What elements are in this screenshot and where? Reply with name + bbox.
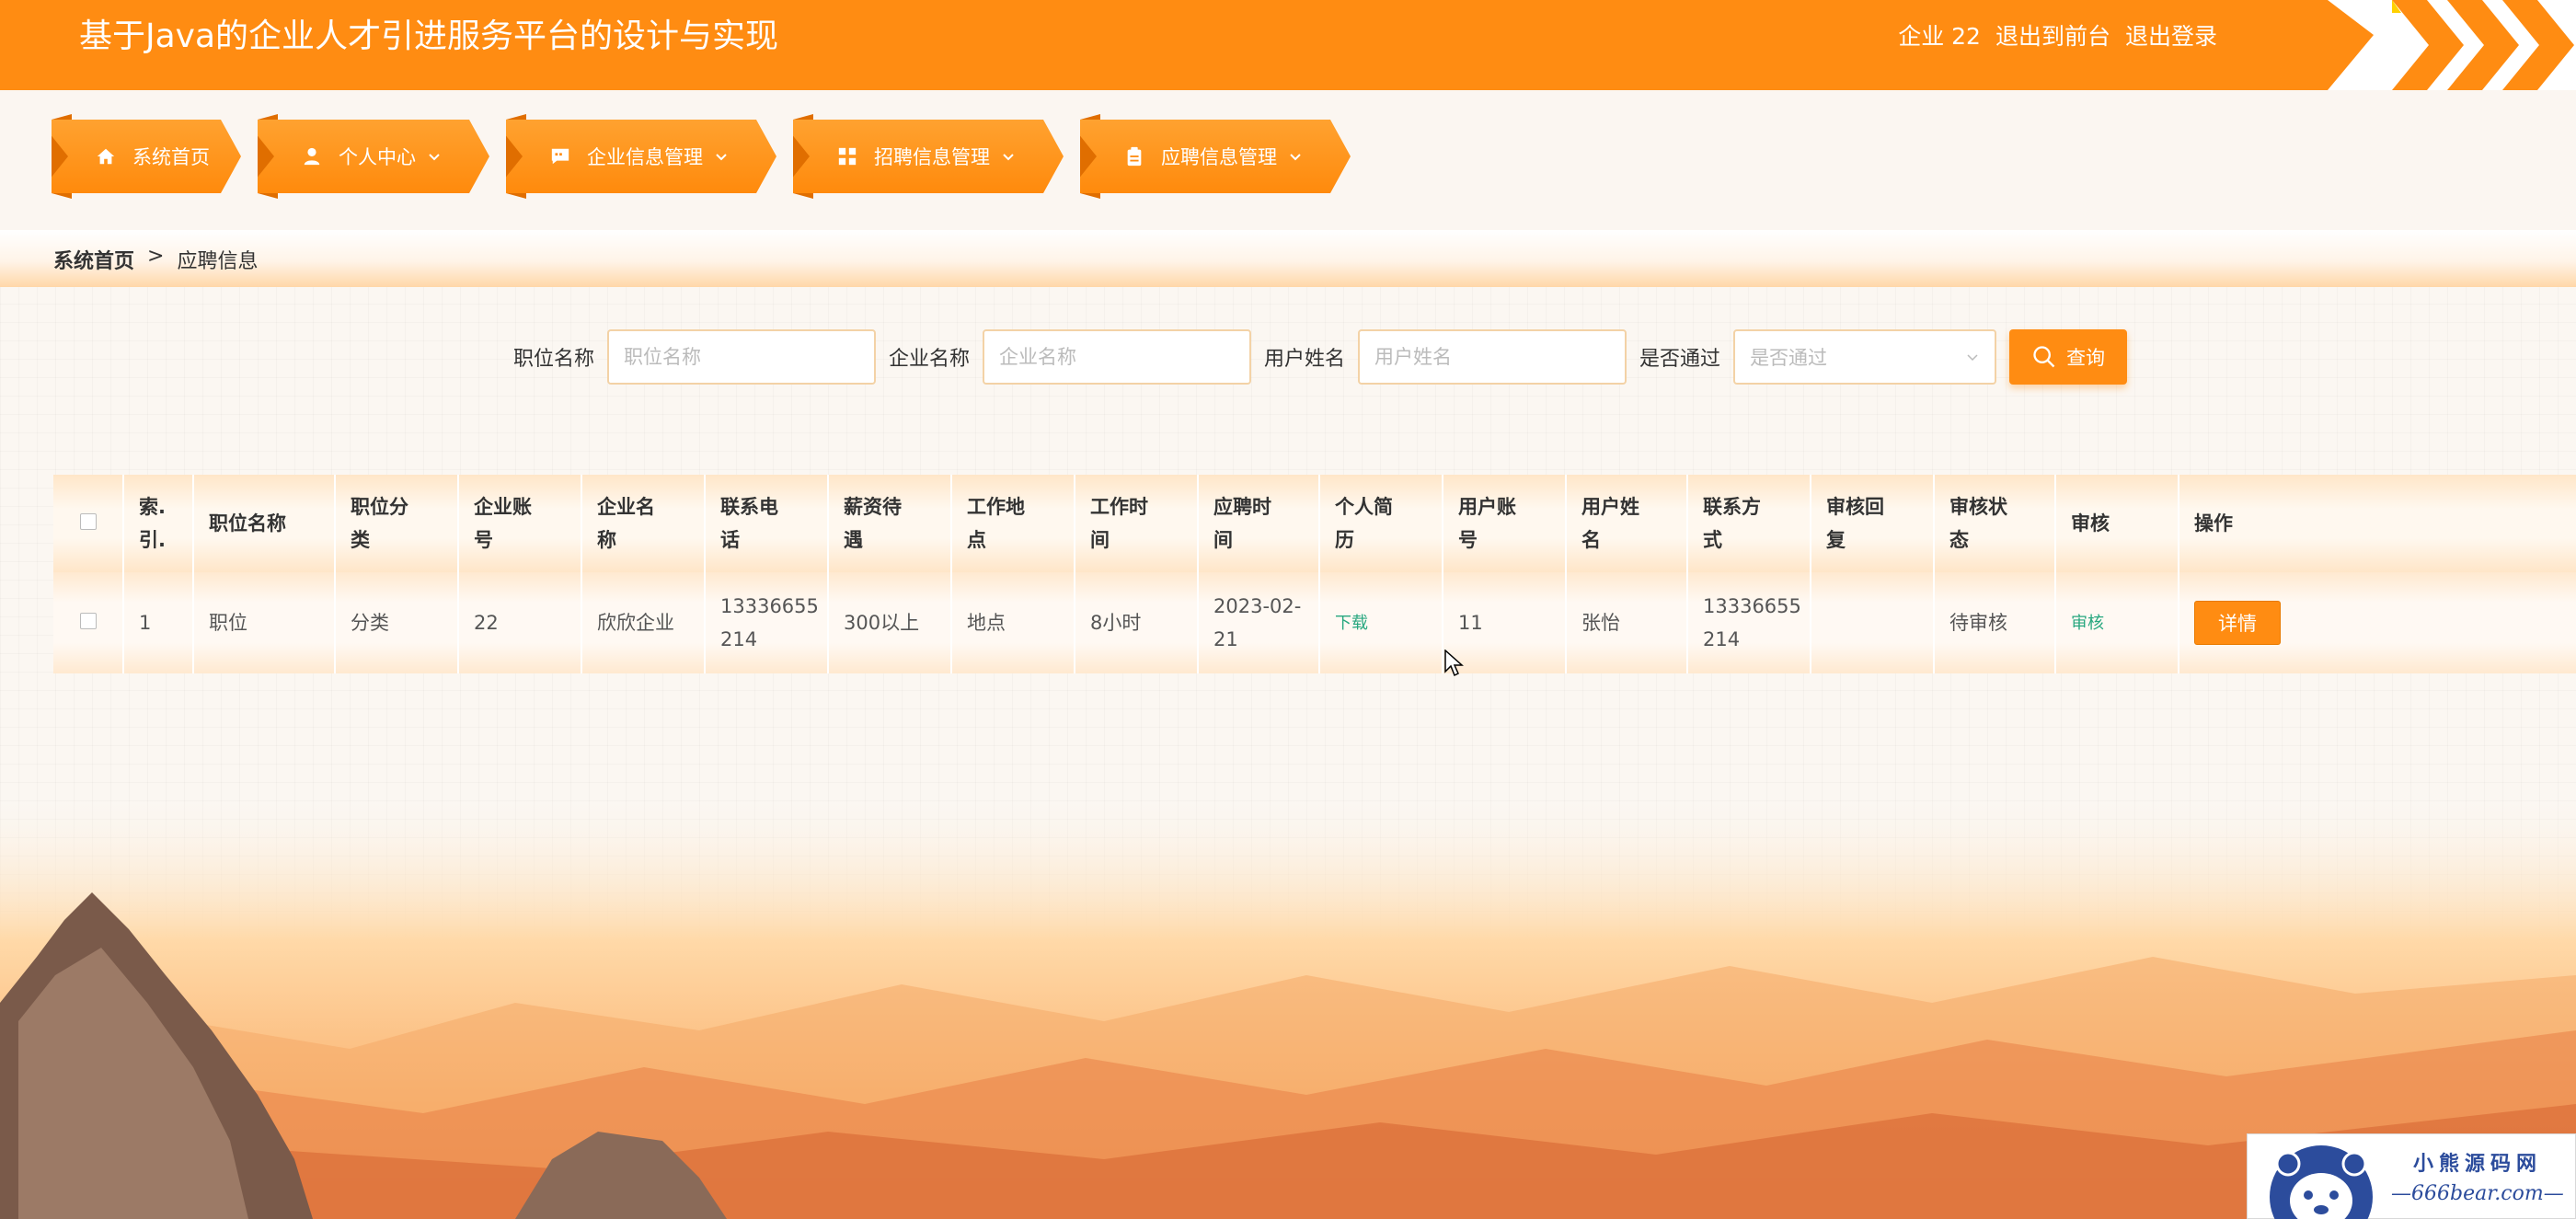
- cell-review: 审核: [2055, 572, 2179, 673]
- home-icon: [96, 146, 116, 167]
- search-bar: 职位名称 企业名称 用户姓名 是否通过 是否通过 查询: [513, 329, 2128, 385]
- breadcrumb-home[interactable]: 系统首页: [53, 245, 134, 274]
- cell-location: 地点: [951, 572, 1075, 673]
- table-header: 应聘时 间: [1198, 475, 1320, 572]
- nav-item-personal-center[interactable]: 个人中心: [258, 114, 489, 199]
- cell-company-name: 欣欣企业: [581, 572, 706, 673]
- cell-resume: 下载: [1319, 572, 1443, 673]
- user-name-input[interactable]: [1358, 329, 1627, 385]
- nav-item-recruitment-info[interactable]: 招聘信息管理: [793, 114, 1064, 199]
- table-header: 联系方 式: [1687, 475, 1811, 572]
- table-header: 企业账 号: [458, 475, 582, 572]
- watermark-url: —666bear.com—: [2391, 1182, 2564, 1205]
- chevron-down-icon: [427, 149, 442, 164]
- back-to-front-link[interactable]: 退出到前台: [1995, 20, 2110, 53]
- cell-index: 1: [123, 572, 194, 673]
- table-header: 联系电 话: [705, 475, 829, 572]
- chevron-down-icon: [1288, 149, 1303, 164]
- row-checkbox[interactable]: [79, 613, 97, 629]
- logout-link[interactable]: 退出登录: [2125, 20, 2217, 53]
- watermark: 小熊源码网 —666bear.com—: [2247, 1133, 2576, 1219]
- header-user-links: 企业 22 退出到前台 退出登录: [1898, 20, 2217, 53]
- cell-job-name: 职位: [193, 572, 336, 673]
- user-name-label: 用户姓名: [1264, 348, 1346, 371]
- approved-select-placeholder: 是否通过: [1750, 347, 1828, 369]
- landscape-illustration: [0, 791, 2576, 1219]
- current-user: 企业 22: [1898, 23, 1981, 50]
- table-header: 工作时 间: [1075, 475, 1199, 572]
- breadcrumb-band: [0, 230, 2576, 287]
- approved-label: 是否通过: [1639, 348, 1721, 371]
- breadcrumb-current: 应聘信息: [177, 250, 259, 273]
- top-header: 基于Java的企业人才引进服务平台的设计与实现 企业 22 退出到前台 退出登录: [0, 0, 2576, 90]
- table-header: 个人简 历: [1319, 475, 1443, 572]
- cell-apply-time: 2023-02- 21: [1198, 572, 1320, 673]
- table-header: 企业名 称: [581, 475, 706, 572]
- chevron-down-icon: [714, 149, 729, 164]
- table-header: 工作地 点: [951, 475, 1075, 572]
- nav-item-company-info[interactable]: 企业信息管理: [506, 114, 776, 199]
- table-header: 操作: [2179, 475, 2576, 572]
- table-header: 索. 引.: [123, 475, 194, 572]
- main-nav: 系统首页 个人中心 企业信息管理 招聘信息管理 应聘信息管理: [52, 114, 1367, 199]
- nav-label: 企业信息管理: [587, 146, 703, 168]
- select-all-checkbox[interactable]: [79, 513, 97, 530]
- nav-label: 招聘信息管理: [874, 146, 990, 168]
- bear-logo-icon: [2270, 1145, 2373, 1219]
- row-select-cell: [53, 572, 124, 673]
- chevron-down-icon: [1967, 354, 1978, 362]
- grid-icon: [837, 146, 857, 167]
- chat-icon: [550, 146, 570, 167]
- nav-item-home[interactable]: 系统首页: [52, 114, 241, 199]
- table-row: 1 职位 分类 22 欣欣企业 13336655 214 300以上 地点 8小…: [53, 572, 2576, 673]
- breadcrumb: 系统首页 > 应聘信息: [53, 245, 258, 274]
- cell-user-name: 张怡: [1566, 572, 1688, 673]
- nav-item-application-info[interactable]: 应聘信息管理: [1080, 114, 1351, 199]
- cell-salary: 300以上: [828, 572, 952, 673]
- cell-review-reply: [1811, 572, 1935, 673]
- cell-company-account: 22: [458, 572, 582, 673]
- cell-review-status: 待审核: [1934, 572, 2056, 673]
- job-name-label: 职位名称: [513, 348, 595, 371]
- table-header: 审核回 复: [1811, 475, 1935, 572]
- review-link[interactable]: 审核: [2071, 614, 2104, 633]
- user-icon: [302, 146, 322, 167]
- table-header: 审核状 态: [1934, 475, 2056, 572]
- resume-download-link[interactable]: 下载: [1335, 614, 1368, 633]
- search-button-label: 查询: [2066, 347, 2106, 369]
- nav-label: 个人中心: [339, 146, 416, 168]
- table-header: 审核: [2055, 475, 2179, 572]
- cell-work-time: 8小时: [1075, 572, 1199, 673]
- table-header: 职位名称: [193, 475, 336, 572]
- breadcrumb-separator: >: [147, 245, 165, 268]
- approved-select[interactable]: 是否通过: [1733, 329, 1997, 385]
- mouse-cursor-icon: [1444, 650, 1464, 677]
- cell-job-category: 分类: [335, 572, 459, 673]
- table-header: 薪资待 遇: [828, 475, 952, 572]
- table-header: 用户姓 名: [1566, 475, 1688, 572]
- cell-contact: 13336655 214: [1687, 572, 1811, 673]
- search-button[interactable]: 查询: [2009, 329, 2128, 385]
- clipboard-icon: [1124, 146, 1144, 167]
- chevron-decoration-icon: [2392, 0, 2574, 90]
- chevron-down-icon: [1001, 149, 1016, 164]
- application-table: 索. 引. 职位名称 职位分 类 企业账 号 企业名 称 联系电 话 薪资待 遇…: [53, 475, 2576, 673]
- detail-button[interactable]: 详情: [2194, 601, 2281, 645]
- site-title: 基于Java的企业人才引进服务平台的设计与实现: [79, 17, 779, 55]
- job-name-input[interactable]: [607, 329, 877, 385]
- cell-company-phone: 13336655 214: [705, 572, 829, 673]
- company-name-label: 企业名称: [889, 348, 971, 371]
- cell-actions: 详情: [2179, 572, 2576, 673]
- select-all-header: [53, 475, 124, 572]
- table-header: 用户账 号: [1443, 475, 1567, 572]
- table-header: 职位分 类: [335, 475, 459, 572]
- table-header-row: 索. 引. 职位名称 职位分 类 企业账 号 企业名 称 联系电 话 薪资待 遇…: [53, 475, 2576, 572]
- company-name-input[interactable]: [983, 329, 1252, 385]
- search-icon: [2033, 346, 2055, 368]
- nav-label: 系统首页: [132, 146, 210, 168]
- watermark-title: 小熊源码网: [2413, 1153, 2543, 1176]
- nav-label: 应聘信息管理: [1161, 146, 1277, 168]
